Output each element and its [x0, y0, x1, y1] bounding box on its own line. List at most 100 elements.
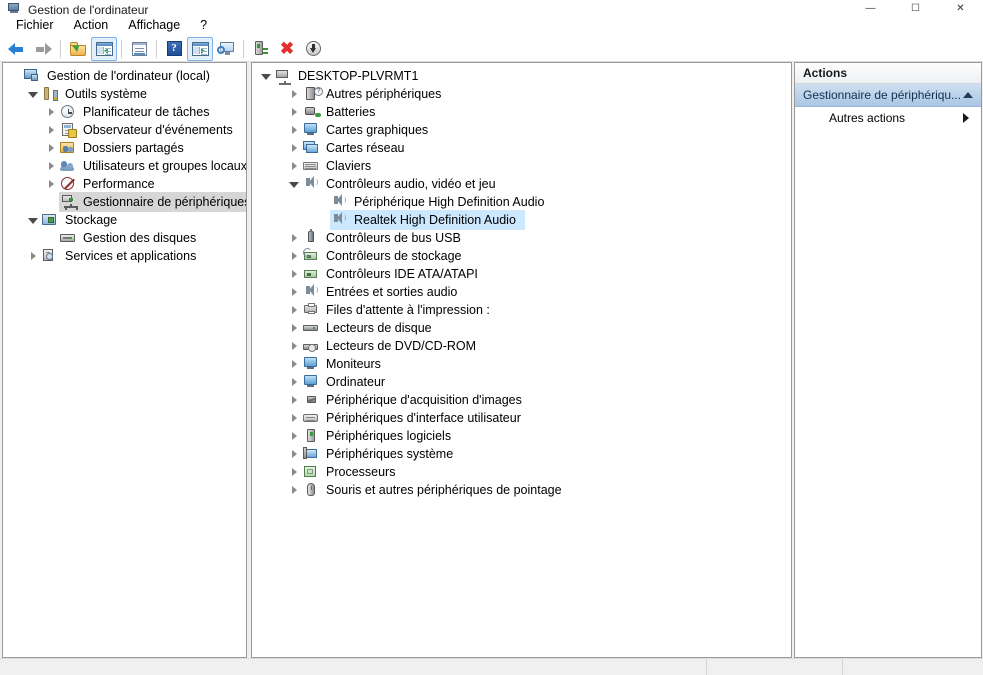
tree-item[interactable]: Dossiers partagés	[3, 139, 246, 157]
uninstall-device-button[interactable]: ✖	[274, 37, 300, 61]
tree-item[interactable]: Services et applications	[3, 247, 246, 265]
tree-twisty[interactable]	[286, 373, 302, 391]
minimize-button[interactable]: —	[848, 0, 893, 14]
tree-item[interactable]: Entrées et sorties audio	[252, 283, 791, 301]
chevron-right-icon[interactable]	[49, 126, 54, 134]
actions-group-device-manager[interactable]: Gestionnaire de périphériqu...	[795, 84, 981, 107]
chevron-down-icon[interactable]	[261, 74, 271, 80]
menu-action[interactable]: Action	[64, 15, 119, 35]
tree-twisty[interactable]	[25, 211, 41, 229]
chevron-right-icon[interactable]	[292, 432, 297, 440]
chevron-right-icon[interactable]	[292, 360, 297, 368]
update-driver-button[interactable]	[248, 37, 274, 61]
maximize-button[interactable]: ☐	[893, 0, 938, 14]
tree-item[interactable]: Contrôleurs de bus USB	[252, 229, 791, 247]
tree-item[interactable]: Gestion des disques	[3, 229, 246, 247]
menu-affichage[interactable]: Affichage	[118, 15, 190, 35]
scan-console-button[interactable]	[213, 37, 239, 61]
tree-twisty[interactable]	[286, 121, 302, 139]
tree-item[interactable]: Lecteurs de disque	[252, 319, 791, 337]
tree-item[interactable]: Batteries	[252, 103, 791, 121]
tree-item[interactable]: Contrôleurs de stockage	[252, 247, 791, 265]
tree-item[interactable]: Utilisateurs et groupes locaux	[3, 157, 246, 175]
chevron-down-icon[interactable]	[289, 182, 299, 188]
chevron-right-icon[interactable]	[292, 306, 297, 314]
tree-twisty[interactable]	[286, 355, 302, 373]
caret-up-icon[interactable]	[963, 92, 973, 98]
properties-button[interactable]	[126, 37, 152, 61]
chevron-right-icon[interactable]	[49, 180, 54, 188]
tree-item[interactable]: Gestion de l'ordinateur (local)	[3, 67, 246, 85]
device-tree-pane[interactable]: DESKTOP-PLVRMT1?Autres périphériquesBatt…	[251, 62, 792, 658]
chevron-right-icon[interactable]	[292, 162, 297, 170]
close-button[interactable]: ✕	[938, 0, 983, 14]
tree-twisty[interactable]	[286, 319, 302, 337]
tree-item[interactable]: Performance	[3, 175, 246, 193]
show-hide-console-tree-button[interactable]	[91, 37, 117, 61]
tree-item[interactable]: ?Autres périphériques	[252, 85, 791, 103]
tree-item[interactable]: Périphérique d'acquisition d'images	[252, 391, 791, 409]
tree-twisty[interactable]	[286, 463, 302, 481]
chevron-down-icon[interactable]	[28, 218, 38, 224]
chevron-right-icon[interactable]	[49, 144, 54, 152]
tree-twisty[interactable]	[286, 103, 302, 121]
show-hide-action-pane-button[interactable]	[187, 37, 213, 61]
menu-fichier[interactable]: Fichier	[6, 15, 64, 35]
tree-twisty[interactable]	[286, 139, 302, 157]
help-button[interactable]: ?	[161, 37, 187, 61]
chevron-right-icon[interactable]	[292, 270, 297, 278]
tree-item[interactable]: Ordinateur	[252, 373, 791, 391]
tree-item[interactable]: Lecteurs de DVD/CD-ROM	[252, 337, 791, 355]
tree-item[interactable]: Périphériques logiciels	[252, 427, 791, 445]
tree-twisty[interactable]	[286, 157, 302, 175]
tree-item[interactable]: Processeurs	[252, 463, 791, 481]
forward-button[interactable]	[30, 37, 56, 61]
chevron-right-icon[interactable]	[292, 234, 297, 242]
tree-item[interactable]: Planificateur de tâches	[3, 103, 246, 121]
chevron-right-icon[interactable]	[292, 342, 297, 350]
tree-twisty[interactable]	[43, 157, 59, 175]
tree-twisty[interactable]	[43, 121, 59, 139]
tree-item[interactable]: Périphériques d'interface utilisateur	[252, 409, 791, 427]
tree-item[interactable]: Observateur d'événements	[3, 121, 246, 139]
chevron-right-icon[interactable]	[292, 414, 297, 422]
up-folder-button[interactable]	[65, 37, 91, 61]
tree-item[interactable]: Périphériques système	[252, 445, 791, 463]
chevron-right-icon[interactable]	[292, 486, 297, 494]
tree-item[interactable]: Claviers	[252, 157, 791, 175]
chevron-right-icon[interactable]	[292, 108, 297, 116]
tree-twisty[interactable]	[286, 283, 302, 301]
tree-twisty[interactable]	[286, 229, 302, 247]
tree-item[interactable]: Outils système	[3, 85, 246, 103]
tree-twisty[interactable]	[286, 247, 302, 265]
chevron-right-icon[interactable]	[292, 396, 297, 404]
tree-item[interactable]: Realtek High Definition Audio	[252, 211, 791, 229]
tree-item[interactable]: Files d'attente à l'impression :	[252, 301, 791, 319]
chevron-right-icon[interactable]	[292, 252, 297, 260]
chevron-down-icon[interactable]	[28, 92, 38, 98]
tree-twisty[interactable]	[286, 85, 302, 103]
tree-item[interactable]: Contrôleurs audio, vidéo et jeu	[252, 175, 791, 193]
chevron-right-icon[interactable]	[292, 450, 297, 458]
tree-item[interactable]: Cartes graphiques	[252, 121, 791, 139]
chevron-right-icon[interactable]	[292, 468, 297, 476]
tree-twisty[interactable]	[286, 175, 302, 193]
tree-twisty[interactable]	[286, 427, 302, 445]
tree-item[interactable]: Gestionnaire de périphériques	[3, 193, 246, 211]
actions-item-autres-actions[interactable]: Autres actions	[795, 107, 981, 129]
chevron-right-icon[interactable]	[31, 252, 36, 260]
console-tree-pane[interactable]: Gestion de l'ordinateur (local)Outils sy…	[2, 62, 247, 658]
tree-twisty[interactable]	[43, 175, 59, 193]
menu-aide[interactable]: ?	[190, 15, 217, 35]
tree-twisty[interactable]	[286, 391, 302, 409]
tree-item[interactable]: Moniteurs	[252, 355, 791, 373]
tree-item[interactable]: Souris et autres périphériques de pointa…	[252, 481, 791, 499]
tree-twisty[interactable]	[25, 85, 41, 103]
tree-item[interactable]: Cartes réseau	[252, 139, 791, 157]
tree-twisty[interactable]	[43, 103, 59, 121]
chevron-right-icon[interactable]	[292, 90, 297, 98]
tree-item[interactable]: Périphérique High Definition Audio	[252, 193, 791, 211]
tree-item[interactable]: DESKTOP-PLVRMT1	[252, 67, 791, 85]
tree-twisty[interactable]	[286, 301, 302, 319]
tree-twisty[interactable]	[286, 265, 302, 283]
